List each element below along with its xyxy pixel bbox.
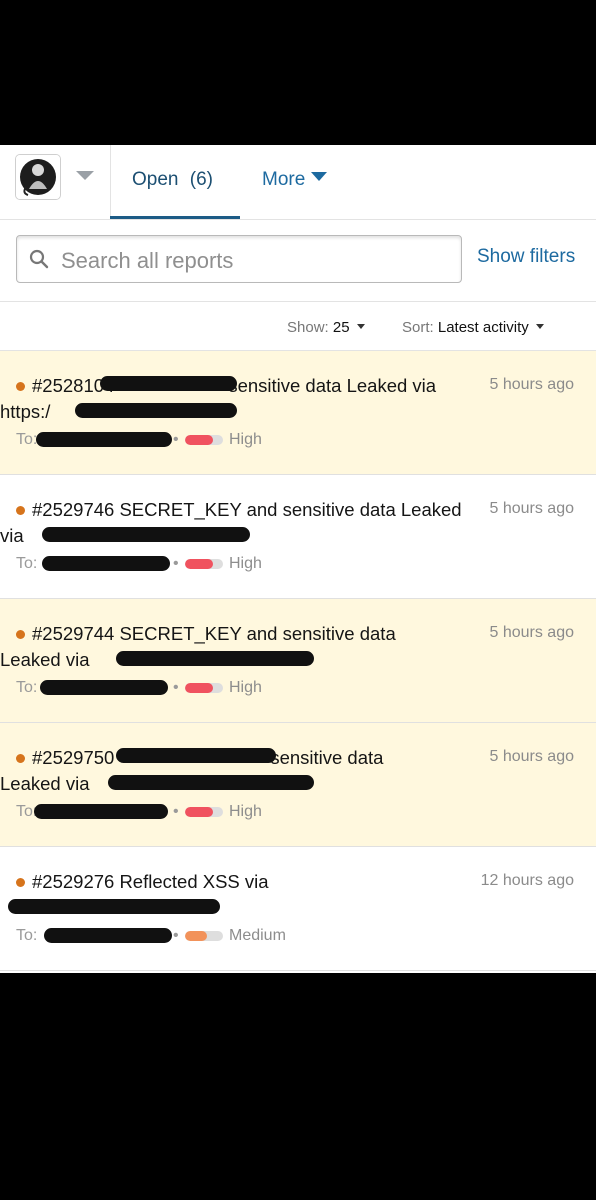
severity-bar-fill [185,683,213,693]
reports-app: Open (6) More Search all reports Show fi… [0,145,596,973]
severity-bar [185,807,223,817]
severity-bar-fill [185,931,207,941]
redacted-block [8,899,220,914]
search-bar-row: Search all reports Show filters [0,219,596,302]
app-header: Open (6) More [0,145,596,220]
show-label: Show: [287,319,329,336]
search-input[interactable]: Search all reports [16,235,462,283]
account-dropdown-caret-icon[interactable] [76,171,94,180]
caret-down-icon [535,324,544,329]
redacted-block [40,680,168,695]
severity-bar [185,931,223,941]
tab-open[interactable]: Open (6) [110,145,240,219]
severity-bar [185,559,223,569]
user-avatar-icon[interactable] [15,154,61,200]
redacted-block [100,376,237,391]
report-recipient-label: To: [16,927,38,944]
redacted-block [36,432,172,447]
caret-down-icon [356,324,365,329]
sort-label: Sort: [402,319,434,336]
tab-open-label: Open [132,169,179,190]
report-row[interactable]: #2529744 SECRET_KEY and sensitive data L… [0,599,596,723]
redacted-block [108,775,314,790]
chevron-down-icon [311,172,328,181]
tab-open-count: (6) [189,169,213,190]
page-size-select[interactable]: Show: 25 [287,319,365,336]
severity-bar-fill [185,559,213,569]
redacted-block [75,403,237,418]
severity-bar [185,683,223,693]
redacted-block [42,556,170,571]
redacted-block [116,651,314,666]
report-recipient-label: To: [16,431,38,448]
report-recipient-label: To: [16,555,38,572]
redacted-block [42,527,250,542]
severity-bar-fill [185,435,213,445]
sort-value: Latest activity [437,319,529,336]
severity-label: Medium [229,927,286,944]
report-row[interactable]: #2529746 SECRET_KEY and sensitive data L… [0,475,596,599]
separator-dot: • [173,927,179,944]
sort-select[interactable]: Sort: Latest activity [402,319,544,336]
report-row[interactable]: #2529750 sensitive data Leaked via 5 hour… [0,723,596,847]
account-switcher[interactable] [0,145,111,219]
report-title[interactable]: #2529276 Reflected XSS via [16,869,468,895]
report-row[interactable]: #2529276 Reflected XSS via 12 hours ago … [0,847,596,971]
report-time: 12 hours ago [480,872,574,889]
list-controls: Show: 25 Sort: Latest activity [0,302,596,351]
separator-dot: • [173,555,179,572]
report-time: 5 hours ago [489,376,574,393]
severity-label: High [229,555,262,572]
report-row[interactable]: #2528104 sensitive data Leaked via https:… [0,351,596,475]
separator-dot: • [173,803,179,820]
tab-more[interactable]: More [262,169,328,191]
show-filters-link[interactable]: Show filters [477,246,575,268]
tab-more-label: More [262,169,306,190]
report-time: 5 hours ago [489,748,574,765]
severity-label: High [229,431,262,448]
separator-dot: • [173,679,179,696]
redacted-block [116,748,276,763]
separator-dot: • [173,431,179,448]
report-time: 5 hours ago [489,624,574,641]
report-time: 5 hours ago [489,500,574,517]
severity-bar [185,435,223,445]
show-value: 25 [332,319,350,336]
severity-label: High [229,679,262,696]
search-placeholder: Search all reports [61,248,234,273]
severity-bar-fill [185,807,213,817]
redacted-block [44,928,172,943]
severity-label: High [229,803,262,820]
search-icon [29,249,49,269]
report-recipient-label: To: [16,679,38,696]
redacted-block [34,804,168,819]
